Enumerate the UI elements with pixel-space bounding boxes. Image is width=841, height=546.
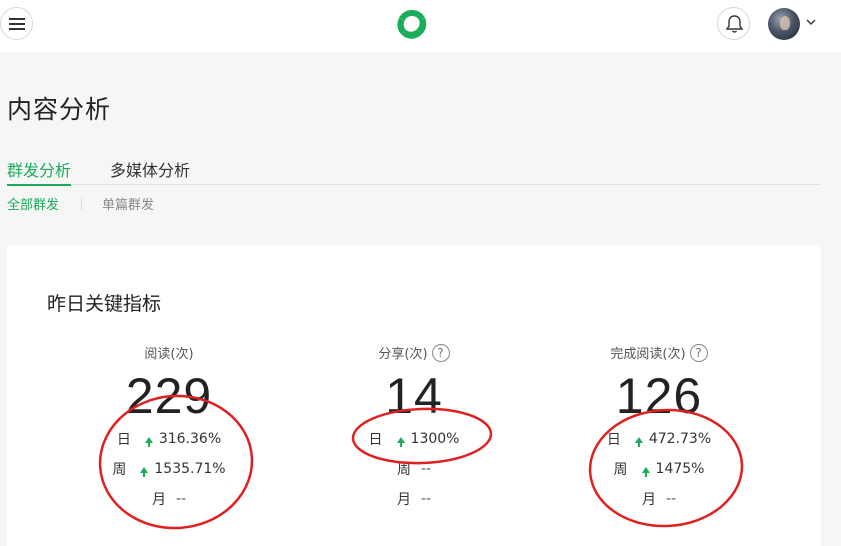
period-label: 月 [396,492,411,508]
metric-shares: 分享(次) ? 14 日 1300% 周 -- 月 -- [294,343,534,514]
trend-value: -- [420,461,432,477]
key-metrics-card: 昨日关键指标 阅读(次) 229 日 316.36% 周 1535.71% 月 … [7,245,821,546]
hamburger-menu-icon[interactable] [0,7,33,40]
card-title: 昨日关键指标 [47,293,162,315]
trend-row-day: 日 316.36% [49,424,289,454]
trend-row-month: 月 -- [49,484,289,514]
trend-value: -- [420,491,432,507]
arrow-up-icon [641,467,650,477]
divider [81,197,82,210]
top-bar [0,0,841,52]
help-icon[interactable]: ? [689,343,708,362]
tab-mass-send-analysis[interactable]: 群发分析 [7,157,72,186]
period-label: 周 [112,462,127,478]
metric-value: 126 [615,368,703,424]
help-icon[interactable]: ? [431,343,450,362]
tab-multimedia-analysis[interactable]: 多媒体分析 [110,157,190,185]
metric-value: 229 [125,368,213,424]
arrow-up-icon [634,437,643,447]
period-label: 日 [606,432,621,448]
metric-label-text: 阅读(次) [144,347,194,362]
metric-label: 分享(次) ? [378,343,450,362]
trend-row-month: 月 -- [539,484,779,514]
page-title: 内容分析 [7,95,112,124]
period-label: 月 [151,492,166,508]
arrow-up-icon [144,437,153,447]
period-label: 月 [641,492,656,508]
trend-value: 1300% [410,431,460,447]
period-label: 周 [396,462,411,478]
metric-reads: 阅读(次) 229 日 316.36% 周 1535.71% 月 -- [49,343,289,514]
trend-row-week: 周 -- [294,454,534,484]
trend-value: 1475% [655,461,705,477]
trend-row-day: 日 472.73% [539,424,779,454]
period-label: 日 [116,432,131,448]
trend-row-day: 日 1300% [294,424,534,454]
trend-value: 316.36% [158,431,222,447]
user-avatar[interactable] [768,8,800,40]
chevron-down-icon[interactable] [806,18,816,26]
period-label: 周 [613,462,628,478]
trend-value: 472.73% [648,431,712,447]
period-label: 日 [368,432,383,448]
metric-label: 阅读(次) [144,344,193,362]
metric-completed-reads: 完成阅读(次) ? 126 日 472.73% 周 1475% 月 -- [539,343,779,514]
arrow-up-icon [140,467,149,477]
metric-label-text: 完成阅读(次) [610,347,686,362]
notifications-button[interactable] [717,7,750,40]
metric-value: 14 [385,368,443,424]
trend-value: 1535.71% [154,461,226,477]
bell-icon [725,15,744,33]
analysis-tabs: 群发分析 多媒体分析 [7,157,821,186]
metric-label: 完成阅读(次) ? [610,343,708,362]
subtab-single-mass-send[interactable]: 单篇群发 [102,194,154,213]
wechat-mp-logo-icon[interactable] [394,6,430,42]
trend-value: -- [665,491,677,507]
trend-row-week: 周 1475% [539,454,779,484]
arrow-up-icon [396,437,405,447]
metric-label-text: 分享(次) [378,347,428,362]
trend-row-week: 周 1535.71% [49,454,289,484]
trend-row-month: 月 -- [294,484,534,514]
trend-value: -- [175,491,187,507]
subtab-all-mass-send[interactable]: 全部群发 [7,194,59,213]
